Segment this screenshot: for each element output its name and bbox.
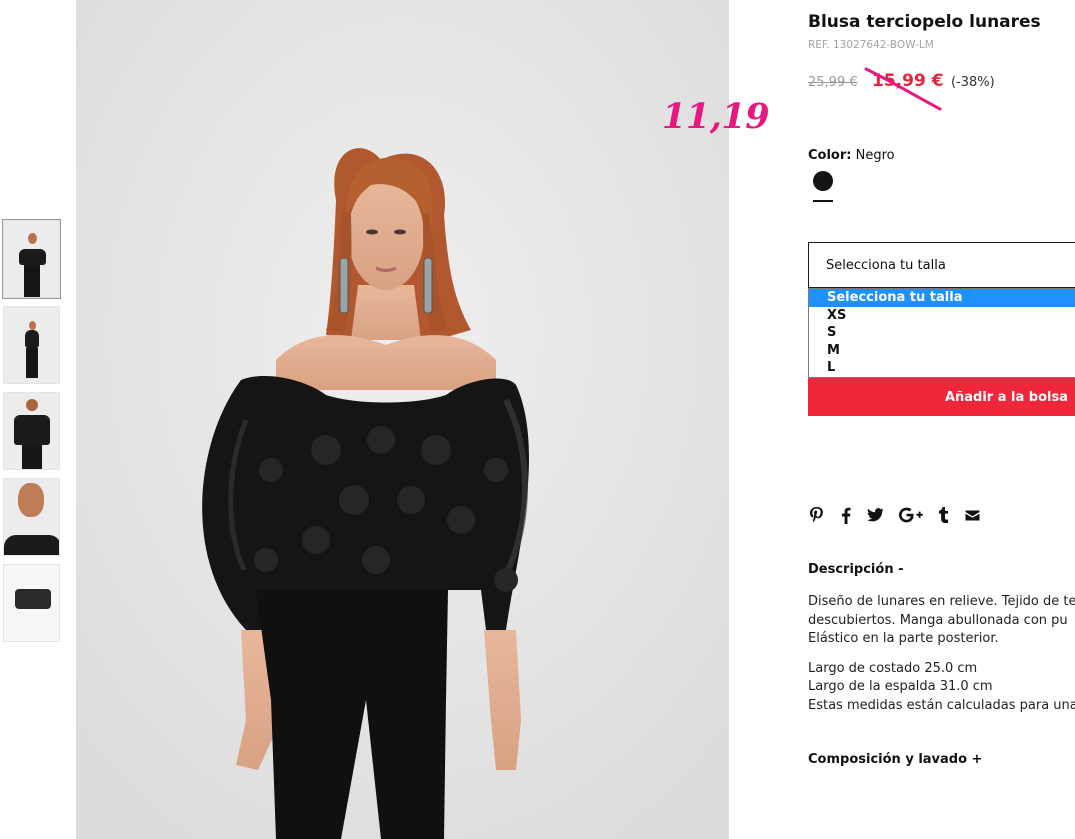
swatch-selected-indicator [813, 200, 833, 202]
handwritten-price-note: 11,19 [662, 96, 770, 137]
google-plus-icon[interactable] [898, 505, 924, 525]
twitter-icon[interactable] [866, 505, 884, 525]
main-product-photo[interactable] [76, 0, 729, 839]
size-option-placeholder[interactable]: Selecciona tu talla [809, 289, 1075, 307]
share-icons [808, 505, 994, 525]
composition-heading[interactable]: Composición y lavado + [808, 752, 982, 767]
original-price: 25,99 € [808, 75, 858, 90]
description-line: Elástico en la parte posterior. [808, 631, 999, 646]
description-body: Diseño de lunares en relieve. Tejido de … [808, 593, 1075, 715]
color-swatch-black[interactable] [813, 171, 833, 191]
color-label: Color: Negro [808, 148, 895, 163]
product-title: Blusa terciopelo lunares [808, 12, 1041, 32]
model-illustration [76, 0, 729, 839]
thumbnail-gallery [2, 219, 61, 650]
product-info-panel: Blusa terciopelo lunares REF. 13027642-B… [808, 0, 1075, 839]
measure-line: Largo de la espalda 31.0 cm [808, 679, 993, 694]
thumbnail-detail[interactable] [3, 478, 60, 556]
thumbnail-full-body[interactable] [3, 306, 60, 384]
thumbnail-back[interactable] [3, 392, 60, 470]
product-ref: REF. 13027642-BOW-LM [808, 39, 934, 51]
measure-line: Estas medidas están calculadas para una [808, 697, 1075, 713]
tumblr-icon[interactable] [938, 505, 950, 525]
size-option-xs[interactable]: XS [809, 307, 1075, 325]
thumbnail-front[interactable] [2, 219, 61, 299]
description-line: descubiertos. Manga abullonada con pu [808, 612, 1068, 628]
description-heading[interactable]: Descripción - [808, 562, 904, 577]
size-dropdown-list: Selecciona tu talla XS S M L [808, 288, 1075, 378]
size-select[interactable]: Selecciona tu talla [808, 242, 1075, 288]
size-option-l[interactable]: L [809, 359, 1075, 377]
add-to-bag-button[interactable]: Añadir a la bolsa [808, 378, 1075, 416]
thumbnail-flat[interactable] [3, 564, 60, 642]
handwritten-strike-mark [864, 67, 942, 111]
mail-icon[interactable] [964, 505, 980, 525]
discount-percent: (-38%) [951, 75, 995, 90]
facebook-icon[interactable] [840, 505, 852, 525]
size-option-m[interactable]: M [809, 342, 1075, 360]
pinterest-icon[interactable] [808, 505, 826, 525]
measure-line: Largo de costado 25.0 cm [808, 660, 978, 676]
thumbnail-figure [28, 233, 37, 244]
color-value: Negro [855, 148, 895, 163]
description-line: Diseño de lunares en relieve. Tejido de … [808, 594, 1075, 609]
color-label-text: Color: [808, 148, 852, 163]
size-option-s[interactable]: S [809, 324, 1075, 342]
